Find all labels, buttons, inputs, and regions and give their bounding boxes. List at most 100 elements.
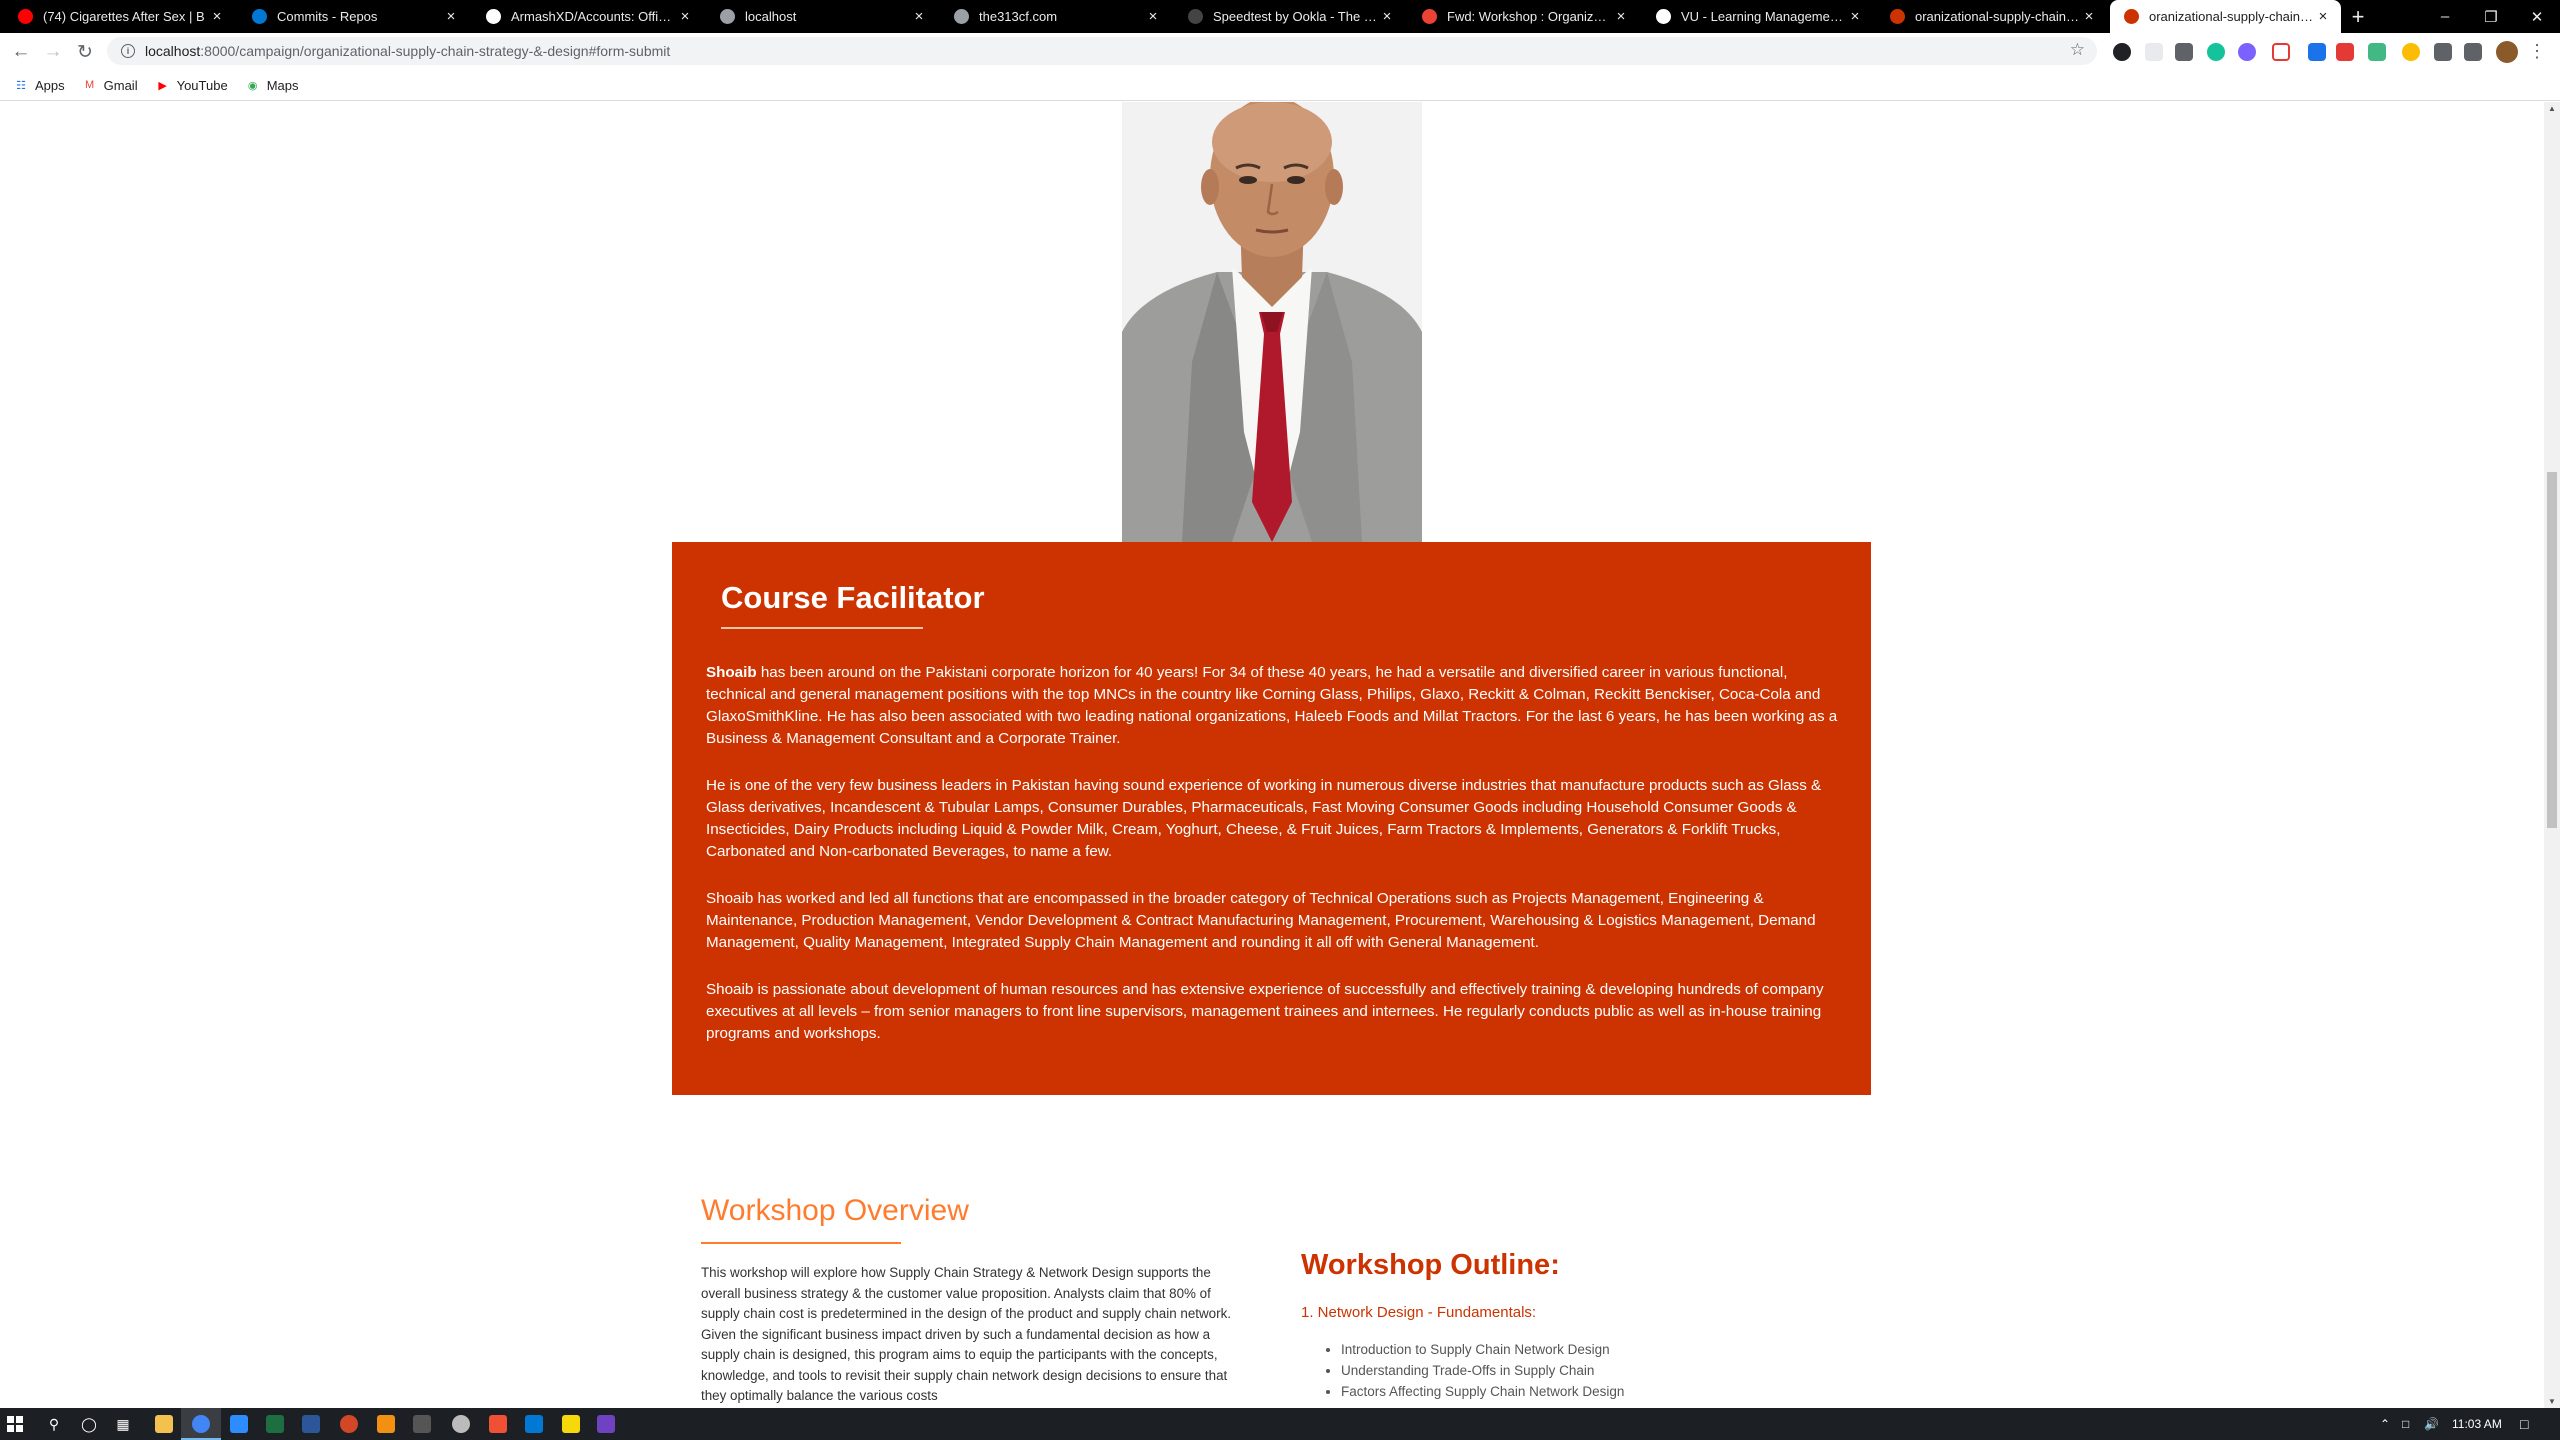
- close-tab-icon[interactable]: ×: [443, 8, 459, 25]
- page-viewport: Course Facilitator Shoaib has been aroun…: [0, 102, 2544, 1408]
- app-icon[interactable]: [377, 1415, 395, 1433]
- browser-toolbar: ← → ↻ i localhost:8000/campaign/organiza…: [0, 33, 2560, 70]
- workshop-outline-section: Workshop Outline: 1. Network Design - Fu…: [1301, 1249, 1901, 1402]
- tab-title: oranizational-supply-chain-stra: [2149, 9, 2315, 24]
- terminal-icon[interactable]: [413, 1415, 431, 1433]
- bio-text: has been around on the Pakistani corpora…: [706, 664, 1838, 747]
- bookmark-label: Maps: [266, 77, 299, 93]
- browser-tab[interactable]: (74) Cigarettes After Sex | B ×: [4, 0, 235, 33]
- cortana-icon[interactable]: ◯: [80, 1415, 98, 1433]
- forward-arrow-icon[interactable]: →: [40, 39, 66, 65]
- clock[interactable]: 11:03 AM: [2452, 1408, 2502, 1440]
- tab-title: (74) Cigarettes After Sex | B: [43, 9, 205, 24]
- site-icon: [2124, 9, 2139, 24]
- vscode-icon[interactable]: [525, 1415, 543, 1433]
- search-icon[interactable]: ⚲: [45, 1415, 63, 1433]
- windows-start-icon[interactable]: [6, 1415, 24, 1433]
- scroll-down-arrow-icon[interactable]: ▼: [2548, 1397, 2556, 1406]
- extension-icon[interactable]: [2308, 43, 2326, 61]
- extension-icon[interactable]: [2402, 43, 2420, 61]
- facilitator-heading: Course Facilitator: [721, 580, 985, 615]
- show-hidden-icons[interactable]: ⌃: [2380, 1408, 2390, 1440]
- gmail-icon: [1422, 9, 1437, 24]
- bio-paragraph: Shoaib is passionate about development o…: [706, 981, 1824, 1042]
- excel-icon[interactable]: [266, 1415, 284, 1433]
- profile-avatar[interactable]: [2496, 41, 2518, 63]
- bookmark-item[interactable]: ◉ Maps: [246, 78, 299, 93]
- browser-tab[interactable]: Speedtest by Ookla - The Glob ×: [1174, 0, 1405, 33]
- scrollbar-thumb[interactable]: [2547, 472, 2557, 828]
- reading-list-icon[interactable]: [2464, 43, 2482, 61]
- outline-heading: Workshop Outline:: [1301, 1249, 1560, 1281]
- tab-title: ArmashXD/Accounts: Office Pr: [511, 9, 677, 24]
- site-info-icon[interactable]: i: [121, 44, 135, 58]
- heading-underline: [701, 1242, 901, 1244]
- zoom-icon[interactable]: [230, 1415, 248, 1433]
- overview-body: This workshop will explore how Supply Ch…: [701, 1265, 1231, 1403]
- minimize-button[interactable]: –: [2422, 0, 2468, 33]
- app-icon[interactable]: [562, 1415, 580, 1433]
- browser-tab[interactable]: oranizational-supply-chain-stra ×: [2110, 0, 2341, 33]
- bookmark-star-icon[interactable]: ☆: [2070, 40, 2085, 60]
- volume-icon[interactable]: 🔊: [2424, 1408, 2439, 1440]
- task-view-icon[interactable]: ▦: [114, 1415, 132, 1433]
- powerpoint-icon[interactable]: [340, 1415, 358, 1433]
- extensions-puzzle-icon[interactable]: [2434, 43, 2452, 61]
- browser-tab[interactable]: the313cf.com ×: [940, 0, 1171, 33]
- git-icon[interactable]: [489, 1415, 507, 1433]
- browser-tab[interactable]: VU - Learning Management Sy ×: [1642, 0, 1873, 33]
- new-tab-button[interactable]: +: [2345, 0, 2371, 33]
- menu-kebab-icon[interactable]: ⋮: [2528, 41, 2546, 62]
- vu-icon: [1656, 9, 1671, 24]
- back-arrow-icon[interactable]: ←: [8, 39, 34, 65]
- grammarly-icon[interactable]: [2207, 43, 2225, 61]
- close-tab-icon[interactable]: ×: [209, 8, 225, 25]
- facilitator-portrait: [1122, 102, 1422, 542]
- close-tab-icon[interactable]: ×: [1613, 8, 1629, 25]
- extension-icon[interactable]: [2238, 43, 2256, 61]
- site-icon: [954, 9, 969, 24]
- close-tab-icon[interactable]: ×: [677, 8, 693, 25]
- browser-tab[interactable]: localhost ×: [706, 0, 937, 33]
- close-tab-icon[interactable]: ×: [2315, 8, 2331, 25]
- chrome-icon[interactable]: [192, 1415, 210, 1433]
- phpstorm-icon[interactable]: [597, 1415, 615, 1433]
- restore-button[interactable]: ❐: [2468, 0, 2514, 33]
- workshop-overview-section: Workshop Overview This workshop will exp…: [701, 1194, 1231, 1407]
- reload-icon[interactable]: ↻: [72, 39, 98, 65]
- youtube-icon: ▶: [158, 79, 167, 92]
- vue-devtools-icon[interactable]: [2368, 43, 2386, 61]
- browser-tab[interactable]: Commits - Repos ×: [238, 0, 469, 33]
- bookmark-item[interactable]: M Gmail: [83, 78, 138, 93]
- word-icon[interactable]: [302, 1415, 320, 1433]
- bio-paragraph: Shoaib has worked and led all functions …: [706, 890, 1816, 951]
- extension-icon[interactable]: [2272, 43, 2290, 61]
- notifications-icon[interactable]: □: [2520, 1408, 2528, 1440]
- extension-icon[interactable]: [2175, 43, 2193, 61]
- browser-tab[interactable]: oranizational-supply-chain-stra ×: [1876, 0, 2107, 33]
- tab-title: Fwd: Workshop : Organization: [1447, 9, 1613, 24]
- github-icon: [486, 9, 501, 24]
- app-icon[interactable]: [452, 1415, 470, 1433]
- bookmark-item[interactable]: ☷ Apps: [14, 78, 65, 93]
- close-tab-icon[interactable]: ×: [911, 8, 927, 25]
- close-window-button[interactable]: ✕: [2514, 0, 2560, 33]
- site-icon: [1890, 9, 1905, 24]
- browser-tab[interactable]: ArmashXD/Accounts: Office Pr ×: [472, 0, 703, 33]
- close-tab-icon[interactable]: ×: [1379, 8, 1395, 25]
- browser-tab[interactable]: Fwd: Workshop : Organization ×: [1408, 0, 1639, 33]
- extension-icon[interactable]: [2145, 43, 2163, 61]
- scroll-up-arrow-icon[interactable]: ▲: [2548, 104, 2556, 113]
- address-bar[interactable]: i localhost:8000/campaign/organizational…: [107, 37, 2097, 65]
- close-tab-icon[interactable]: ×: [1847, 8, 1863, 25]
- bookmark-item[interactable]: ▶ YouTube: [156, 78, 227, 93]
- extension-icon[interactable]: [2336, 43, 2354, 61]
- facilitator-bio: Shoaib has been around on the Pakistani …: [706, 662, 1841, 1070]
- page-scrollbar[interactable]: ▲ ▼: [2544, 102, 2560, 1408]
- close-tab-icon[interactable]: ×: [2081, 8, 2097, 25]
- speedtest-icon: [1188, 9, 1203, 24]
- close-tab-icon[interactable]: ×: [1145, 8, 1161, 25]
- file-explorer-icon[interactable]: [155, 1415, 173, 1433]
- extension-icon[interactable]: [2113, 43, 2131, 61]
- network-icon[interactable]: □: [2402, 1408, 2409, 1440]
